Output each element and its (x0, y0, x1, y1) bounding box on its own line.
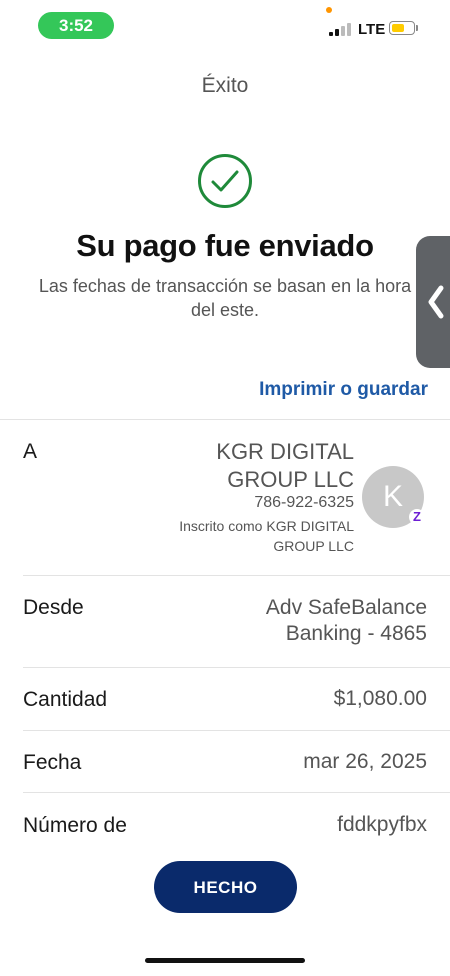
recipient-name: KGR DIGITAL GROUP LLC (216, 439, 354, 492)
row-divider (23, 792, 450, 793)
date-label: Fecha (23, 751, 82, 774)
check-circle-icon (198, 154, 252, 208)
amount-label: Cantidad (23, 688, 108, 711)
reference-number-value: fddkpyfbx (337, 813, 427, 836)
battery-icon (389, 21, 415, 35)
from-account-value: Adv SafeBalance Banking - 4865 (265, 596, 427, 645)
page-title: Éxito (201, 74, 249, 97)
row-divider (23, 667, 450, 668)
cellular-signal-icon (329, 22, 353, 36)
network-type-label: LTE (358, 21, 386, 38)
date-value: mar 26, 2025 (303, 750, 427, 773)
status-bar: 3:52 LTE (0, 0, 450, 50)
row-divider (23, 730, 450, 731)
done-button[interactable]: HECHO (154, 861, 297, 913)
side-panel-tab[interactable] (416, 236, 450, 368)
to-label: A (23, 440, 38, 463)
battery-tip (416, 25, 418, 31)
confirmation-subtitle: Las fechas de transacción se basan en la… (38, 276, 412, 320)
reference-number-label: Número de (23, 814, 127, 837)
from-label: Desde (23, 596, 84, 619)
recipient-enrolled-as: Inscrito como KGR DIGITAL GROUP LLC (179, 518, 354, 554)
privacy-indicator-dot (326, 7, 332, 13)
confirmation-title: Su pago fue enviado (76, 228, 374, 263)
home-indicator[interactable] (145, 958, 305, 963)
print-or-save-link[interactable]: Imprimir o guardar (259, 379, 428, 401)
battery-level-fill (392, 24, 404, 32)
section-divider (0, 419, 450, 420)
recipient-phone: 786-922-6325 (254, 494, 354, 511)
zelle-icon: Z (409, 509, 425, 525)
row-divider (23, 575, 450, 576)
chevron-left-icon (428, 285, 444, 319)
status-time: 3:52 (38, 12, 114, 39)
amount-value: $1,080.00 (333, 687, 427, 710)
